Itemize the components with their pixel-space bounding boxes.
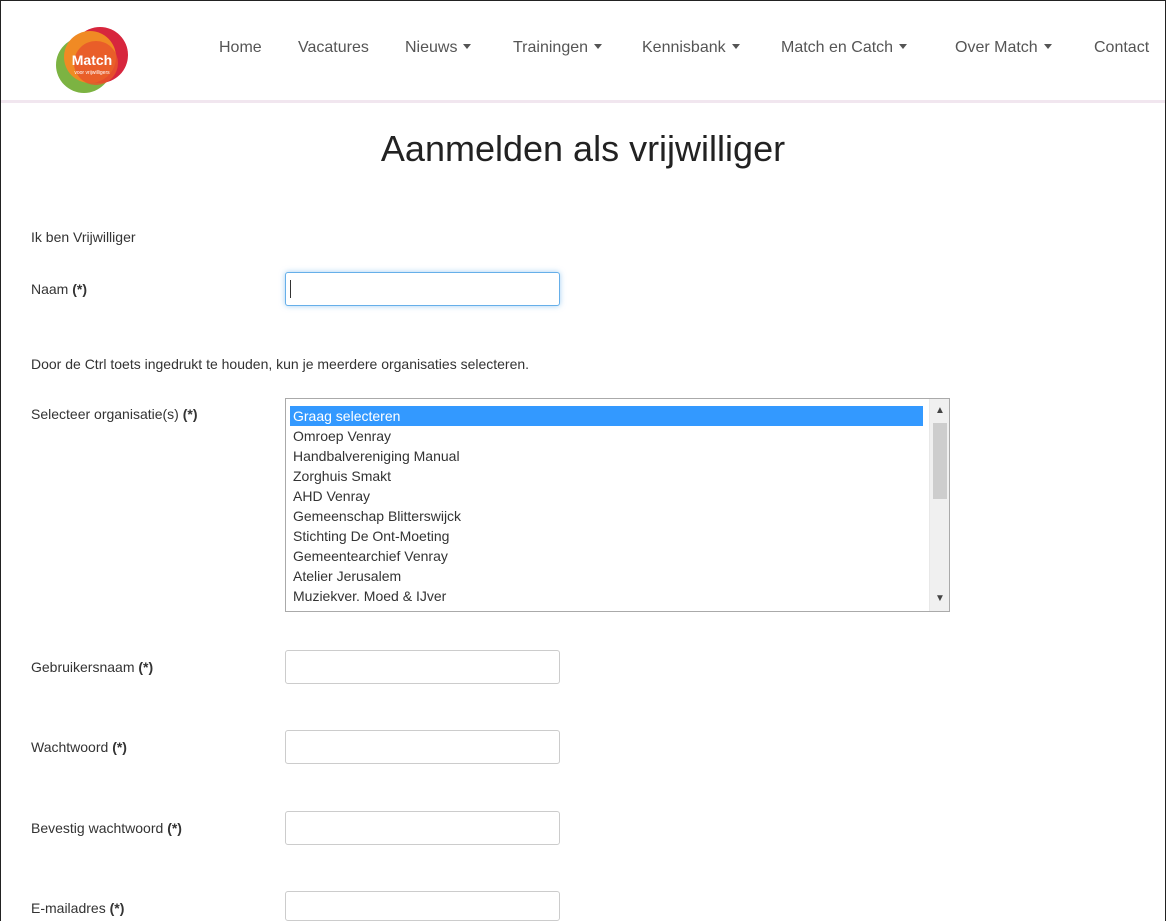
org-option[interactable]: Gemeentearchief Venray [290,546,923,566]
org-option[interactable]: Stichting De Ont-Moeting [290,526,923,546]
bevestig-wachtwoord-label: Bevestig wachtwoord (*) [31,820,182,836]
email-label: E-mailadres (*) [31,900,124,916]
email-label-text: E-mailadres [31,900,106,916]
page-title: Aanmelden als vrijwilliger [380,128,786,169]
chevron-down-icon [463,44,472,50]
nav-kennisbank[interactable]: Kennisbank [642,39,740,57]
scroll-up-icon[interactable]: ▲ [930,401,949,421]
org-option[interactable]: Omroep Venray [290,426,923,446]
listbox-scrollbar[interactable]: ▲ ▼ [929,399,949,611]
nav-trainingen-label: Trainingen [513,39,589,56]
nav-home[interactable]: Home [219,39,262,57]
role-text: Ik ben Vrijwilliger [31,229,136,245]
wachtwoord-label-text: Wachtwoord [31,739,109,755]
required-marker: (*) [167,820,182,836]
nav-kennisbank-label: Kennisbank [642,39,726,56]
nav-over-match[interactable]: Over Match [955,39,1052,57]
required-marker: (*) [112,739,127,755]
gebruikersnaam-label: Gebruikersnaam (*) [31,659,153,675]
logo-subtext: voor vrijwilligers [74,70,110,76]
main-nav: Home Vacatures Nieuws Trainingen Kennisb… [1,39,1165,63]
nav-home-label: Home [219,39,262,56]
org-option[interactable]: Graag selecteren [290,406,923,426]
nav-nieuws[interactable]: Nieuws [405,39,472,57]
nav-over-match-label: Over Match [955,39,1038,56]
chevron-down-icon [899,44,908,50]
org-option[interactable]: Zorghuis Smakt [290,466,923,486]
scrollbar-thumb[interactable] [933,423,947,499]
naam-label-text: Naam [31,281,69,297]
email-input[interactable] [285,891,560,921]
naam-label: Naam (*) [31,281,87,297]
nav-contact[interactable]: Contact [1094,39,1149,57]
required-marker: (*) [138,659,154,675]
org-option[interactable]: Atelier Jerusalem [290,566,923,586]
nav-match-en-catch[interactable]: Match en Catch [781,39,908,57]
wachtwoord-input[interactable] [285,730,560,764]
org-option[interactable]: AHD Venray [290,486,923,506]
scroll-down-icon[interactable]: ▼ [930,589,949,609]
bevestig-wachtwoord-input[interactable] [285,811,560,845]
required-marker: (*) [109,900,125,916]
nav-match-en-catch-label: Match en Catch [781,39,894,56]
text-cursor [290,280,291,298]
required-marker: (*) [72,281,88,297]
organisation-select[interactable]: Graag selecteren Omroep Venray Handbalve… [285,398,950,612]
nav-nieuws-label: Nieuws [405,39,458,56]
wachtwoord-label: Wachtwoord (*) [31,739,127,755]
nav-trainingen[interactable]: Trainingen [513,39,603,57]
navbar: Match voor vrijwilligers Home Vacatures … [1,1,1165,103]
bevestig-wachtwoord-label-text: Bevestig wachtwoord [31,820,164,836]
chevron-down-icon [1043,44,1052,50]
nav-vacatures-label: Vacatures [298,39,369,56]
org-option[interactable]: Gemeenschap Blitterswijck [290,506,923,526]
chevron-down-icon [594,44,603,50]
help-text: Door de Ctrl toets ingedrukt te houden, … [31,356,530,372]
chevron-down-icon [731,44,740,50]
naam-input[interactable] [285,272,560,306]
org-label: Selecteer organisatie(s) (*) [31,406,198,422]
org-option[interactable]: Muziekver. Moed & IJver [290,586,923,606]
gebruikersnaam-label-text: Gebruikersnaam [31,659,135,675]
org-option[interactable]: Handbalvereniging Manual [290,446,923,466]
nav-vacatures[interactable]: Vacatures [298,39,369,57]
org-label-text: Selecteer organisatie(s) [31,406,179,422]
nav-contact-label: Contact [1094,39,1150,56]
gebruikersnaam-input[interactable] [285,650,560,684]
required-marker: (*) [182,406,198,422]
